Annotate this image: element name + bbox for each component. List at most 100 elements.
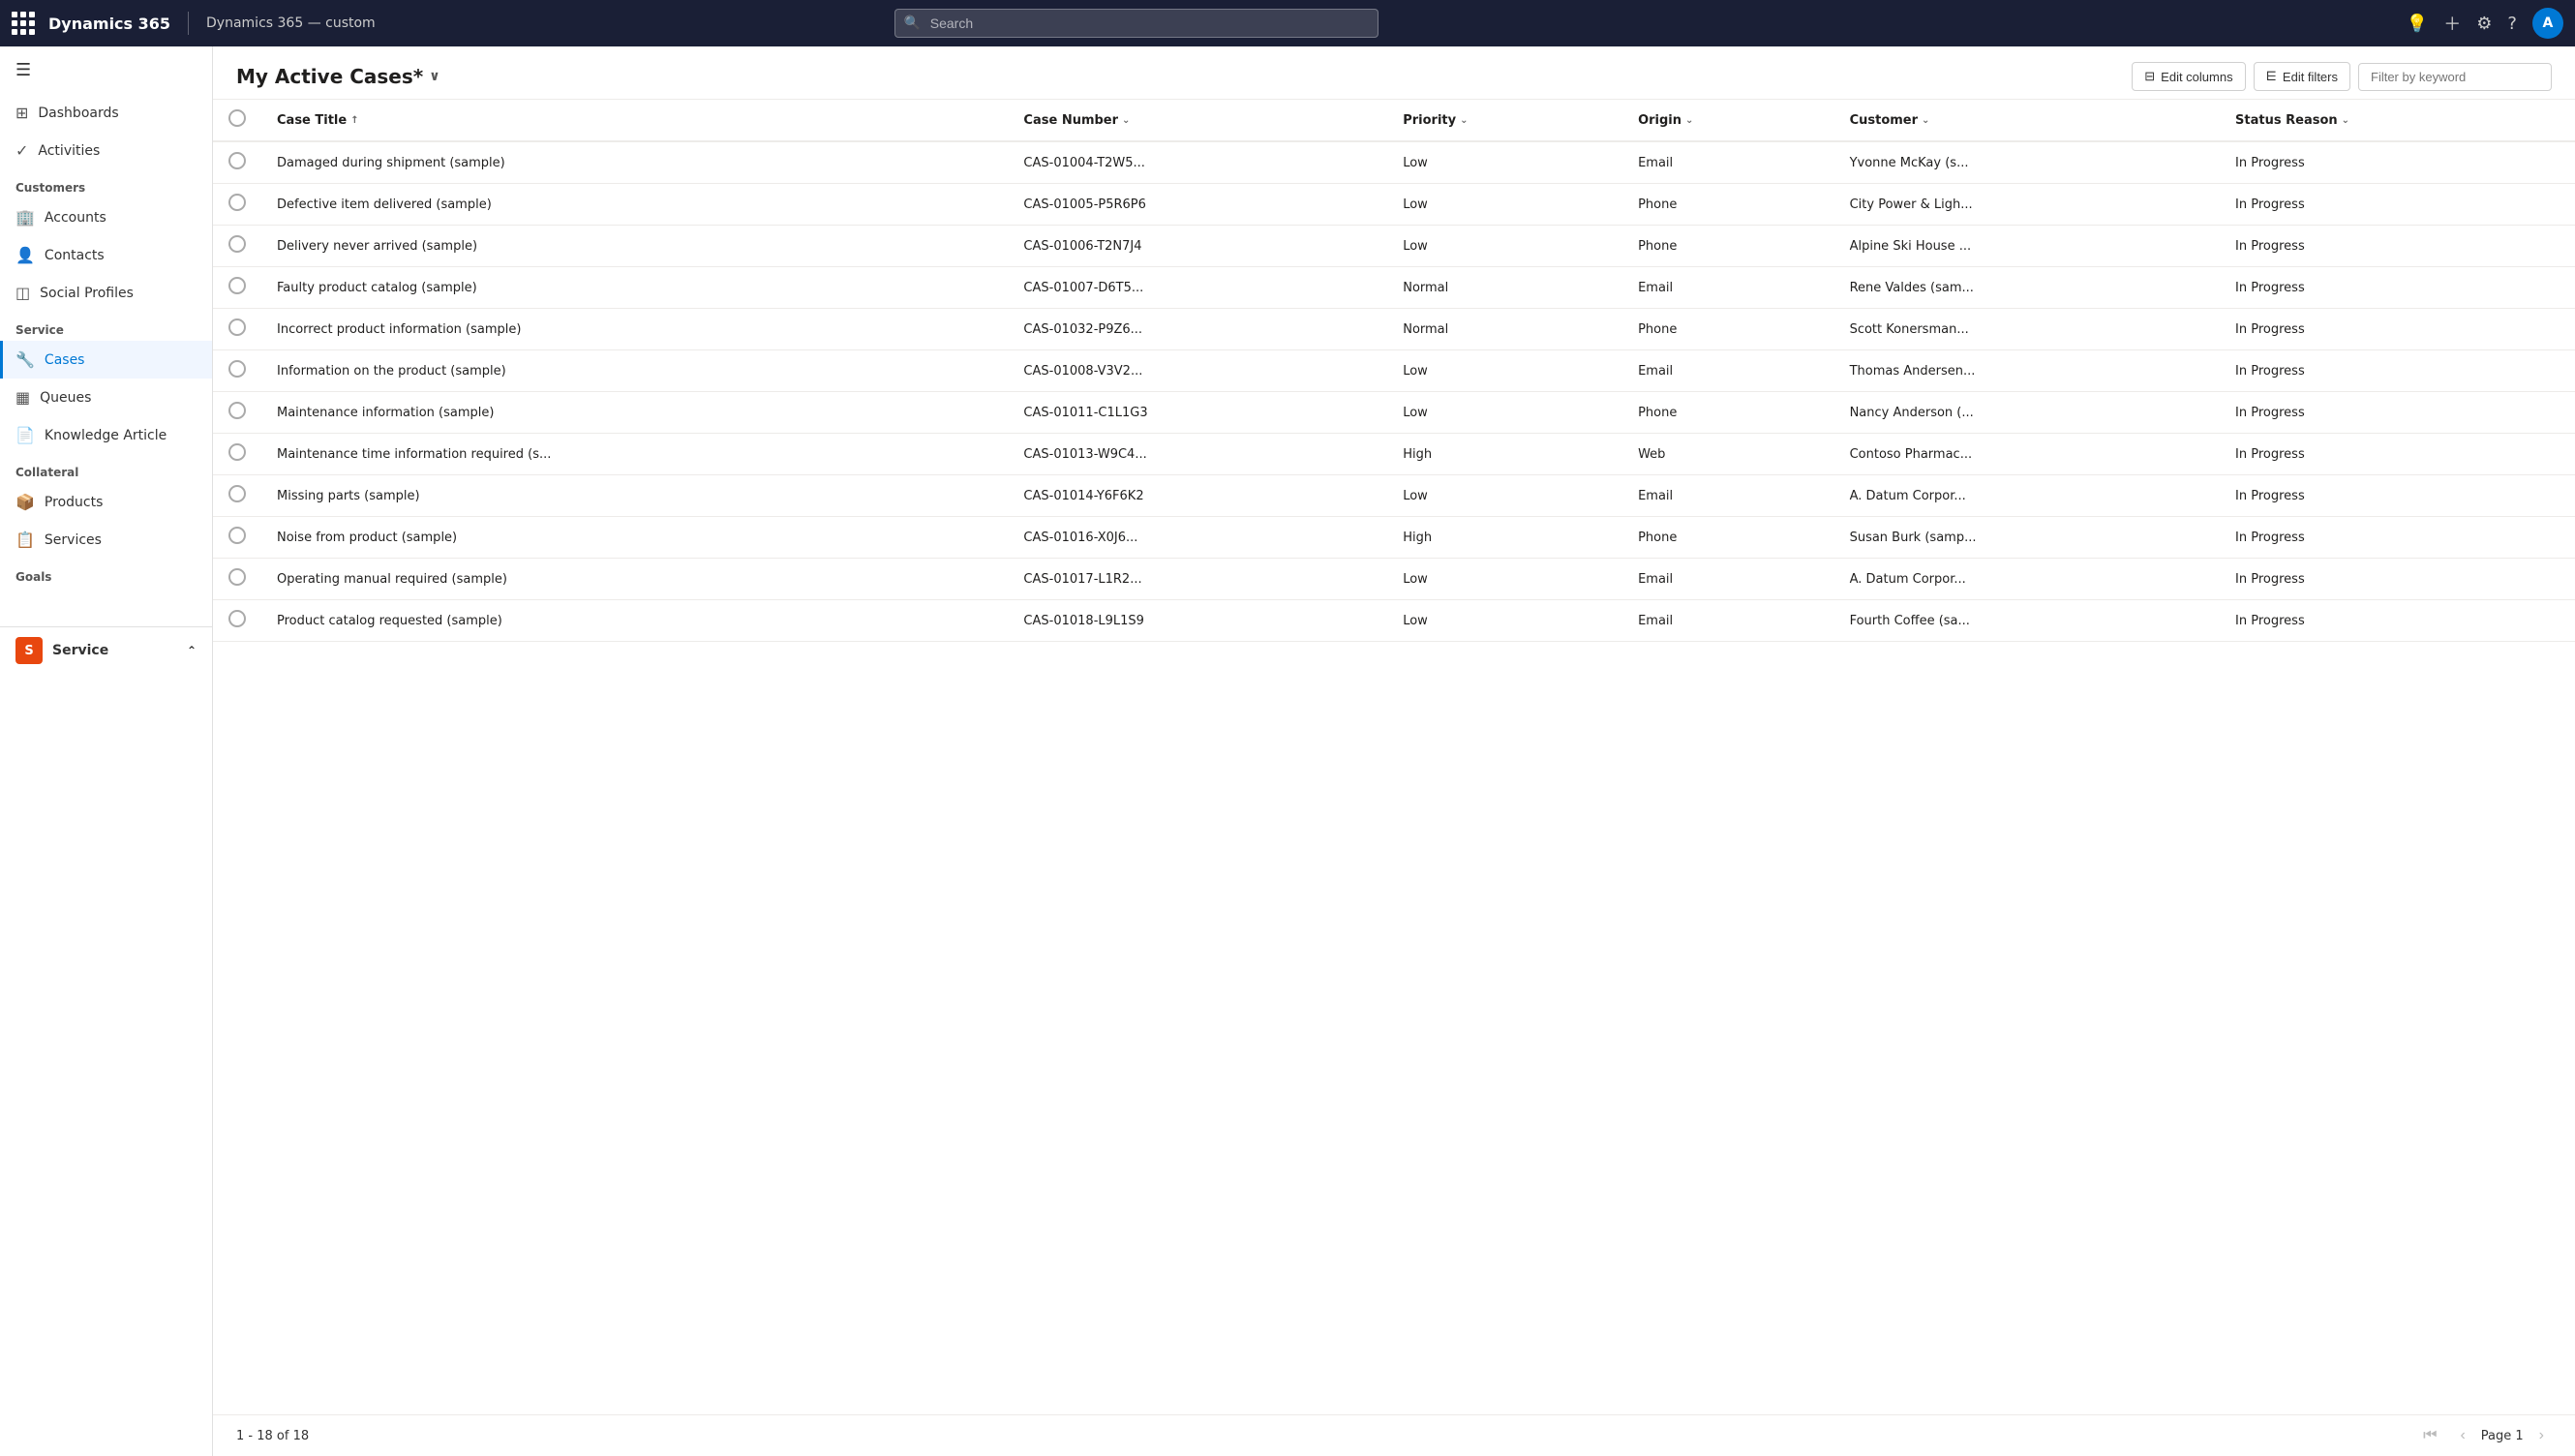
select-all-header[interactable] xyxy=(213,100,261,141)
col-priority[interactable]: Priority ⌄ xyxy=(1387,100,1622,141)
new-record-icon[interactable]: ＋ xyxy=(2443,11,2461,36)
col-case-number[interactable]: Case Number ⌄ xyxy=(1008,100,1387,141)
table-row[interactable]: Faulty product catalog (sample) CAS-0100… xyxy=(213,267,2575,309)
settings-icon[interactable]: ⚙ xyxy=(2476,14,2492,34)
prev-page-button[interactable]: ‹ xyxy=(2452,1423,2472,1448)
row-checkbox-cell[interactable] xyxy=(213,434,261,475)
row-checkbox[interactable] xyxy=(228,235,246,253)
app-body: ☰ ⊞ Dashboards ✓ Activities Customers 🏢 … xyxy=(0,46,2575,1456)
col-origin[interactable]: Origin ⌄ xyxy=(1622,100,1834,141)
row-checkbox[interactable] xyxy=(228,360,246,378)
row-checkbox[interactable] xyxy=(228,318,246,336)
section-service: Service xyxy=(0,312,212,341)
row-checkbox-cell[interactable] xyxy=(213,267,261,309)
col-customer[interactable]: Customer ⌄ xyxy=(1834,100,2220,141)
sidebar-item-queues[interactable]: ▦ Queues xyxy=(0,379,212,416)
sidebar-item-label: Knowledge Article xyxy=(45,428,167,443)
nav-actions: 💡 ＋ ⚙ ? A xyxy=(2407,8,2563,39)
table-row[interactable]: Defective item delivered (sample) CAS-01… xyxy=(213,184,2575,226)
row-checkbox-cell[interactable] xyxy=(213,559,261,600)
row-checkbox-cell[interactable] xyxy=(213,392,261,434)
row-checkbox[interactable] xyxy=(228,443,246,461)
sort-icon-case-title: ↑ xyxy=(350,115,358,126)
sidebar-item-dashboards[interactable]: ⊞ Dashboards xyxy=(0,94,212,132)
sidebar-item-social-profiles[interactable]: ◫ Social Profiles xyxy=(0,274,212,312)
knowledge-icon: 📄 xyxy=(15,426,35,444)
sidebar-item-services[interactable]: 📋 Services xyxy=(0,521,212,559)
view-title-chevron[interactable]: ∨ xyxy=(429,69,439,84)
table-row[interactable]: Incorrect product information (sample) C… xyxy=(213,309,2575,350)
row-checkbox-cell[interactable] xyxy=(213,517,261,559)
first-page-button[interactable]: ⏮ xyxy=(2415,1423,2444,1448)
table-row[interactable]: Damaged during shipment (sample) CAS-010… xyxy=(213,141,2575,184)
row-checkbox[interactable] xyxy=(228,527,246,544)
view-title: My Active Cases* ∨ xyxy=(236,65,440,88)
row-checkbox-cell[interactable] xyxy=(213,475,261,517)
search-box: 🔍 xyxy=(894,9,1378,38)
col-status-reason[interactable]: Status Reason ⌄ xyxy=(2220,100,2575,141)
nav-divider xyxy=(188,12,189,35)
row-checkbox-cell[interactable] xyxy=(213,184,261,226)
cell-customer: Thomas Andersen... xyxy=(1834,350,2220,392)
cell-case-number: CAS-01004-T2W5... xyxy=(1008,141,1387,184)
sidebar-item-label: Activities xyxy=(38,143,100,159)
lightbulb-icon[interactable]: 💡 xyxy=(2407,14,2428,34)
cell-status: In Progress xyxy=(2220,184,2575,226)
row-checkbox[interactable] xyxy=(228,277,246,294)
cases-icon: 🔧 xyxy=(15,350,35,369)
row-checkbox[interactable] xyxy=(228,402,246,419)
search-input[interactable] xyxy=(894,9,1378,38)
cell-status: In Progress xyxy=(2220,350,2575,392)
col-case-title[interactable]: Case Title ↑ xyxy=(261,100,1008,141)
edit-columns-button[interactable]: ⊟ Edit columns xyxy=(2132,62,2245,91)
cell-case-number: CAS-01014-Y6F6K2 xyxy=(1008,475,1387,517)
edit-filters-button[interactable]: ⋿ Edit filters xyxy=(2254,62,2350,91)
table-row[interactable]: Delivery never arrived (sample) CAS-0100… xyxy=(213,226,2575,267)
table-row[interactable]: Product catalog requested (sample) CAS-0… xyxy=(213,600,2575,642)
sidebar-item-knowledge-article[interactable]: 📄 Knowledge Article xyxy=(0,416,212,454)
table-row[interactable]: Noise from product (sample) CAS-01016-X0… xyxy=(213,517,2575,559)
next-page-button[interactable]: › xyxy=(2531,1423,2552,1448)
sidebar-item-activities[interactable]: ✓ Activities xyxy=(0,132,212,169)
cell-priority: High xyxy=(1387,517,1622,559)
row-checkbox-cell[interactable] xyxy=(213,600,261,642)
row-checkbox[interactable] xyxy=(228,568,246,586)
row-checkbox[interactable] xyxy=(228,194,246,211)
sidebar-toggle[interactable]: ☰ xyxy=(0,46,212,94)
table-row[interactable]: Maintenance information (sample) CAS-010… xyxy=(213,392,2575,434)
cell-priority: Low xyxy=(1387,559,1622,600)
cell-customer: A. Datum Corpor... xyxy=(1834,559,2220,600)
help-icon[interactable]: ? xyxy=(2507,14,2517,34)
contacts-icon: 👤 xyxy=(15,246,35,264)
sidebar-item-contacts[interactable]: 👤 Contacts xyxy=(0,236,212,274)
table-row[interactable]: Operating manual required (sample) CAS-0… xyxy=(213,559,2575,600)
cell-priority: Low xyxy=(1387,392,1622,434)
app-switcher[interactable]: S Service ⌃ xyxy=(0,627,212,674)
social-profiles-icon: ◫ xyxy=(15,284,30,302)
cell-case-title: Maintenance information (sample) xyxy=(261,392,1008,434)
row-checkbox[interactable] xyxy=(228,610,246,627)
sidebar-item-products[interactable]: 📦 Products xyxy=(0,483,212,521)
table-row[interactable]: Maintenance time information required (s… xyxy=(213,434,2575,475)
waffle-menu[interactable] xyxy=(12,12,35,35)
filter-keyword-input[interactable] xyxy=(2358,63,2552,91)
filter-icon: ⋿ xyxy=(2266,69,2277,84)
table-row[interactable]: Information on the product (sample) CAS-… xyxy=(213,350,2575,392)
table-row[interactable]: Missing parts (sample) CAS-01014-Y6F6K2 … xyxy=(213,475,2575,517)
row-checkbox[interactable] xyxy=(228,485,246,502)
sidebar-item-cases[interactable]: 🔧 Cases xyxy=(0,341,212,379)
row-checkbox-cell[interactable] xyxy=(213,350,261,392)
row-checkbox-cell[interactable] xyxy=(213,309,261,350)
cell-origin: Email xyxy=(1622,475,1834,517)
cell-customer: A. Datum Corpor... xyxy=(1834,475,2220,517)
row-checkbox[interactable] xyxy=(228,152,246,169)
row-checkbox-cell[interactable] xyxy=(213,141,261,184)
row-checkbox-cell[interactable] xyxy=(213,226,261,267)
cell-case-title: Noise from product (sample) xyxy=(261,517,1008,559)
accounts-icon: 🏢 xyxy=(15,208,35,227)
sidebar-item-accounts[interactable]: 🏢 Accounts xyxy=(0,198,212,236)
pagination-bar: 1 - 18 of 18 ⏮ ‹ Page 1 › xyxy=(213,1414,2575,1456)
table-header-row: Case Title ↑ Case Number ⌄ xyxy=(213,100,2575,141)
avatar[interactable]: A xyxy=(2532,8,2563,39)
select-all-checkbox[interactable] xyxy=(228,109,246,127)
